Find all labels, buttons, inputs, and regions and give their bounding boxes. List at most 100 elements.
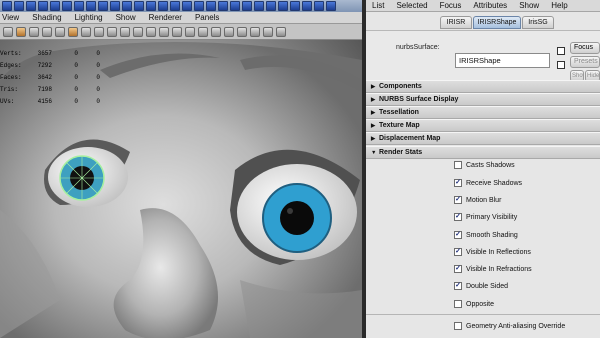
- field-chart-icon[interactable]: [185, 26, 195, 37]
- shelf-tool-icon[interactable]: [266, 1, 276, 11]
- motion-blur-icon[interactable]: [250, 26, 260, 37]
- hud-icon[interactable]: [224, 26, 234, 37]
- menu-focus[interactable]: Focus: [440, 1, 462, 10]
- safe-title-icon[interactable]: [211, 26, 221, 37]
- check-visible-in-refractions[interactable]: ✓ Visible In Refractions: [454, 263, 532, 275]
- smooth-shade-icon[interactable]: [68, 26, 78, 37]
- checkbox[interactable]: [454, 322, 462, 330]
- shelf-tool-icon[interactable]: [110, 1, 120, 11]
- menu-list[interactable]: List: [372, 1, 384, 10]
- isolate-icon[interactable]: [120, 26, 130, 37]
- menu-renderer[interactable]: Renderer: [149, 13, 182, 22]
- section-tessellation[interactable]: ▶ Tessellation: [366, 106, 600, 119]
- 3d-viewport[interactable]: View Shading Lighting Show Renderer Pane…: [0, 12, 362, 338]
- anti-alias-icon[interactable]: [263, 26, 273, 37]
- check-geometry-anti-aliasing-override[interactable]: Geometry Anti-aliasing Override: [454, 320, 565, 332]
- shelf-tool-icon[interactable]: [158, 1, 168, 11]
- resolution-gate-icon[interactable]: [146, 26, 156, 37]
- menu-selected[interactable]: Selected: [396, 1, 427, 10]
- checkbox[interactable]: ✓: [454, 231, 462, 239]
- check-receive-shadows[interactable]: ✓ Receive Shadows: [454, 177, 522, 189]
- check-opposite[interactable]: Opposite: [454, 298, 494, 310]
- shelf-tool-icon[interactable]: [122, 1, 132, 11]
- menu-attributes[interactable]: Attributes: [473, 1, 507, 10]
- shadows-icon[interactable]: [107, 26, 117, 37]
- wireframe-icon[interactable]: [55, 26, 65, 37]
- shelf-tool-icon[interactable]: [98, 1, 108, 11]
- checkbox[interactable]: ✓: [454, 282, 462, 290]
- textured-icon[interactable]: [81, 26, 91, 37]
- section-texture-map[interactable]: ▶ Texture Map: [366, 119, 600, 132]
- presets-button[interactable]: Presets: [570, 56, 600, 68]
- node-name-field[interactable]: IRISRShape: [455, 53, 550, 68]
- shelf-tool-icon[interactable]: [26, 1, 36, 11]
- checkbox[interactable]: ✓: [454, 196, 462, 204]
- check-motion-blur[interactable]: ✓ Motion Blur: [454, 194, 501, 206]
- check-visible-in-reflections[interactable]: ✓ Visible In Reflections: [454, 246, 531, 258]
- shelf-tool-icon[interactable]: [14, 1, 24, 11]
- tab-irisr[interactable]: IRISR: [440, 16, 472, 29]
- shelf-tool-icon[interactable]: [290, 1, 300, 11]
- menu-shading[interactable]: Shading: [32, 13, 61, 22]
- xray-icon[interactable]: [133, 26, 143, 37]
- shelf-tool-icon[interactable]: [38, 1, 48, 11]
- shelf-tool-icon[interactable]: [242, 1, 252, 11]
- focus-button[interactable]: Focus: [570, 42, 600, 54]
- checkbox[interactable]: ✓: [454, 179, 462, 187]
- section-components[interactable]: ▶ Components: [366, 80, 600, 93]
- input-connection-icon[interactable]: [557, 47, 565, 55]
- shelf-tool-icon[interactable]: [206, 1, 216, 11]
- camera-icon[interactable]: [3, 26, 13, 37]
- shelf-tool-icon[interactable]: [278, 1, 288, 11]
- section-render-stats[interactable]: ▼ Render Stats: [366, 146, 600, 159]
- checkbox[interactable]: ✓: [454, 265, 462, 273]
- checkbox[interactable]: ✓: [454, 213, 462, 221]
- shelf-tool-icon[interactable]: [170, 1, 180, 11]
- image-plane-icon[interactable]: [29, 26, 39, 37]
- film-gate-icon[interactable]: [159, 26, 169, 37]
- menu-lighting[interactable]: Lighting: [75, 13, 103, 22]
- ambient-occlusion-icon[interactable]: [237, 26, 247, 37]
- shelf-tool-icon[interactable]: [50, 1, 60, 11]
- menu-show[interactable]: Show: [519, 1, 539, 10]
- shelf-tool-icon[interactable]: [74, 1, 84, 11]
- depth-of-field-icon[interactable]: [276, 26, 286, 37]
- tab-irisrshape[interactable]: IRISRShape: [473, 16, 521, 29]
- shelf-tool-icon[interactable]: [2, 1, 12, 11]
- shelf-tool-icon[interactable]: [134, 1, 144, 11]
- check-double-sided[interactable]: ✓ Double Sided: [454, 280, 508, 292]
- checkbox[interactable]: [454, 161, 462, 169]
- section-nurbs-surface-display[interactable]: ▶ NURBS Surface Display: [366, 93, 600, 106]
- bookmark-icon[interactable]: [16, 26, 26, 37]
- grid-icon[interactable]: [42, 26, 52, 37]
- check-primary-visibility[interactable]: ✓ Primary Visibility: [454, 211, 517, 223]
- check-smooth-shading[interactable]: ✓ Smooth Shading: [454, 229, 518, 241]
- menu-view[interactable]: View: [2, 13, 19, 22]
- shelf-tool-icon[interactable]: [86, 1, 96, 11]
- section-displacement-map[interactable]: ▶ Displacement Map: [366, 132, 600, 145]
- shelf-tool-icon[interactable]: [194, 1, 204, 11]
- shelf-tool-icon[interactable]: [254, 1, 264, 11]
- tab-irissg[interactable]: IrisSG: [522, 16, 554, 29]
- menu-help[interactable]: Help: [551, 1, 567, 10]
- gate-mask-icon[interactable]: [198, 26, 208, 37]
- right-eye-highlight: [287, 208, 293, 214]
- shelf-tool-icon[interactable]: [326, 1, 336, 11]
- menu-show[interactable]: Show: [116, 13, 136, 22]
- shelf-tool-icon[interactable]: [218, 1, 228, 11]
- node-tabs: IRISR IRISRShape IrisSG: [366, 14, 600, 30]
- shelf-tool-icon[interactable]: [62, 1, 72, 11]
- shelf-tool-icon[interactable]: [182, 1, 192, 11]
- check-casts-shadows[interactable]: Casts Shadows: [454, 159, 515, 171]
- safe-action-icon[interactable]: [172, 26, 182, 37]
- shelf-tool-icon[interactable]: [230, 1, 240, 11]
- shelf-tool-icon[interactable]: [302, 1, 312, 11]
- lights-icon[interactable]: [94, 26, 104, 37]
- shelf-tool-icon[interactable]: [146, 1, 156, 11]
- output-connection-icon[interactable]: [557, 61, 565, 69]
- shelf-tool-icon[interactable]: [314, 1, 324, 11]
- checkbox[interactable]: ✓: [454, 248, 462, 256]
- checkbox[interactable]: [454, 300, 462, 308]
- expanded-arrow-icon: ▼: [371, 150, 377, 156]
- menu-panels[interactable]: Panels: [195, 13, 219, 22]
